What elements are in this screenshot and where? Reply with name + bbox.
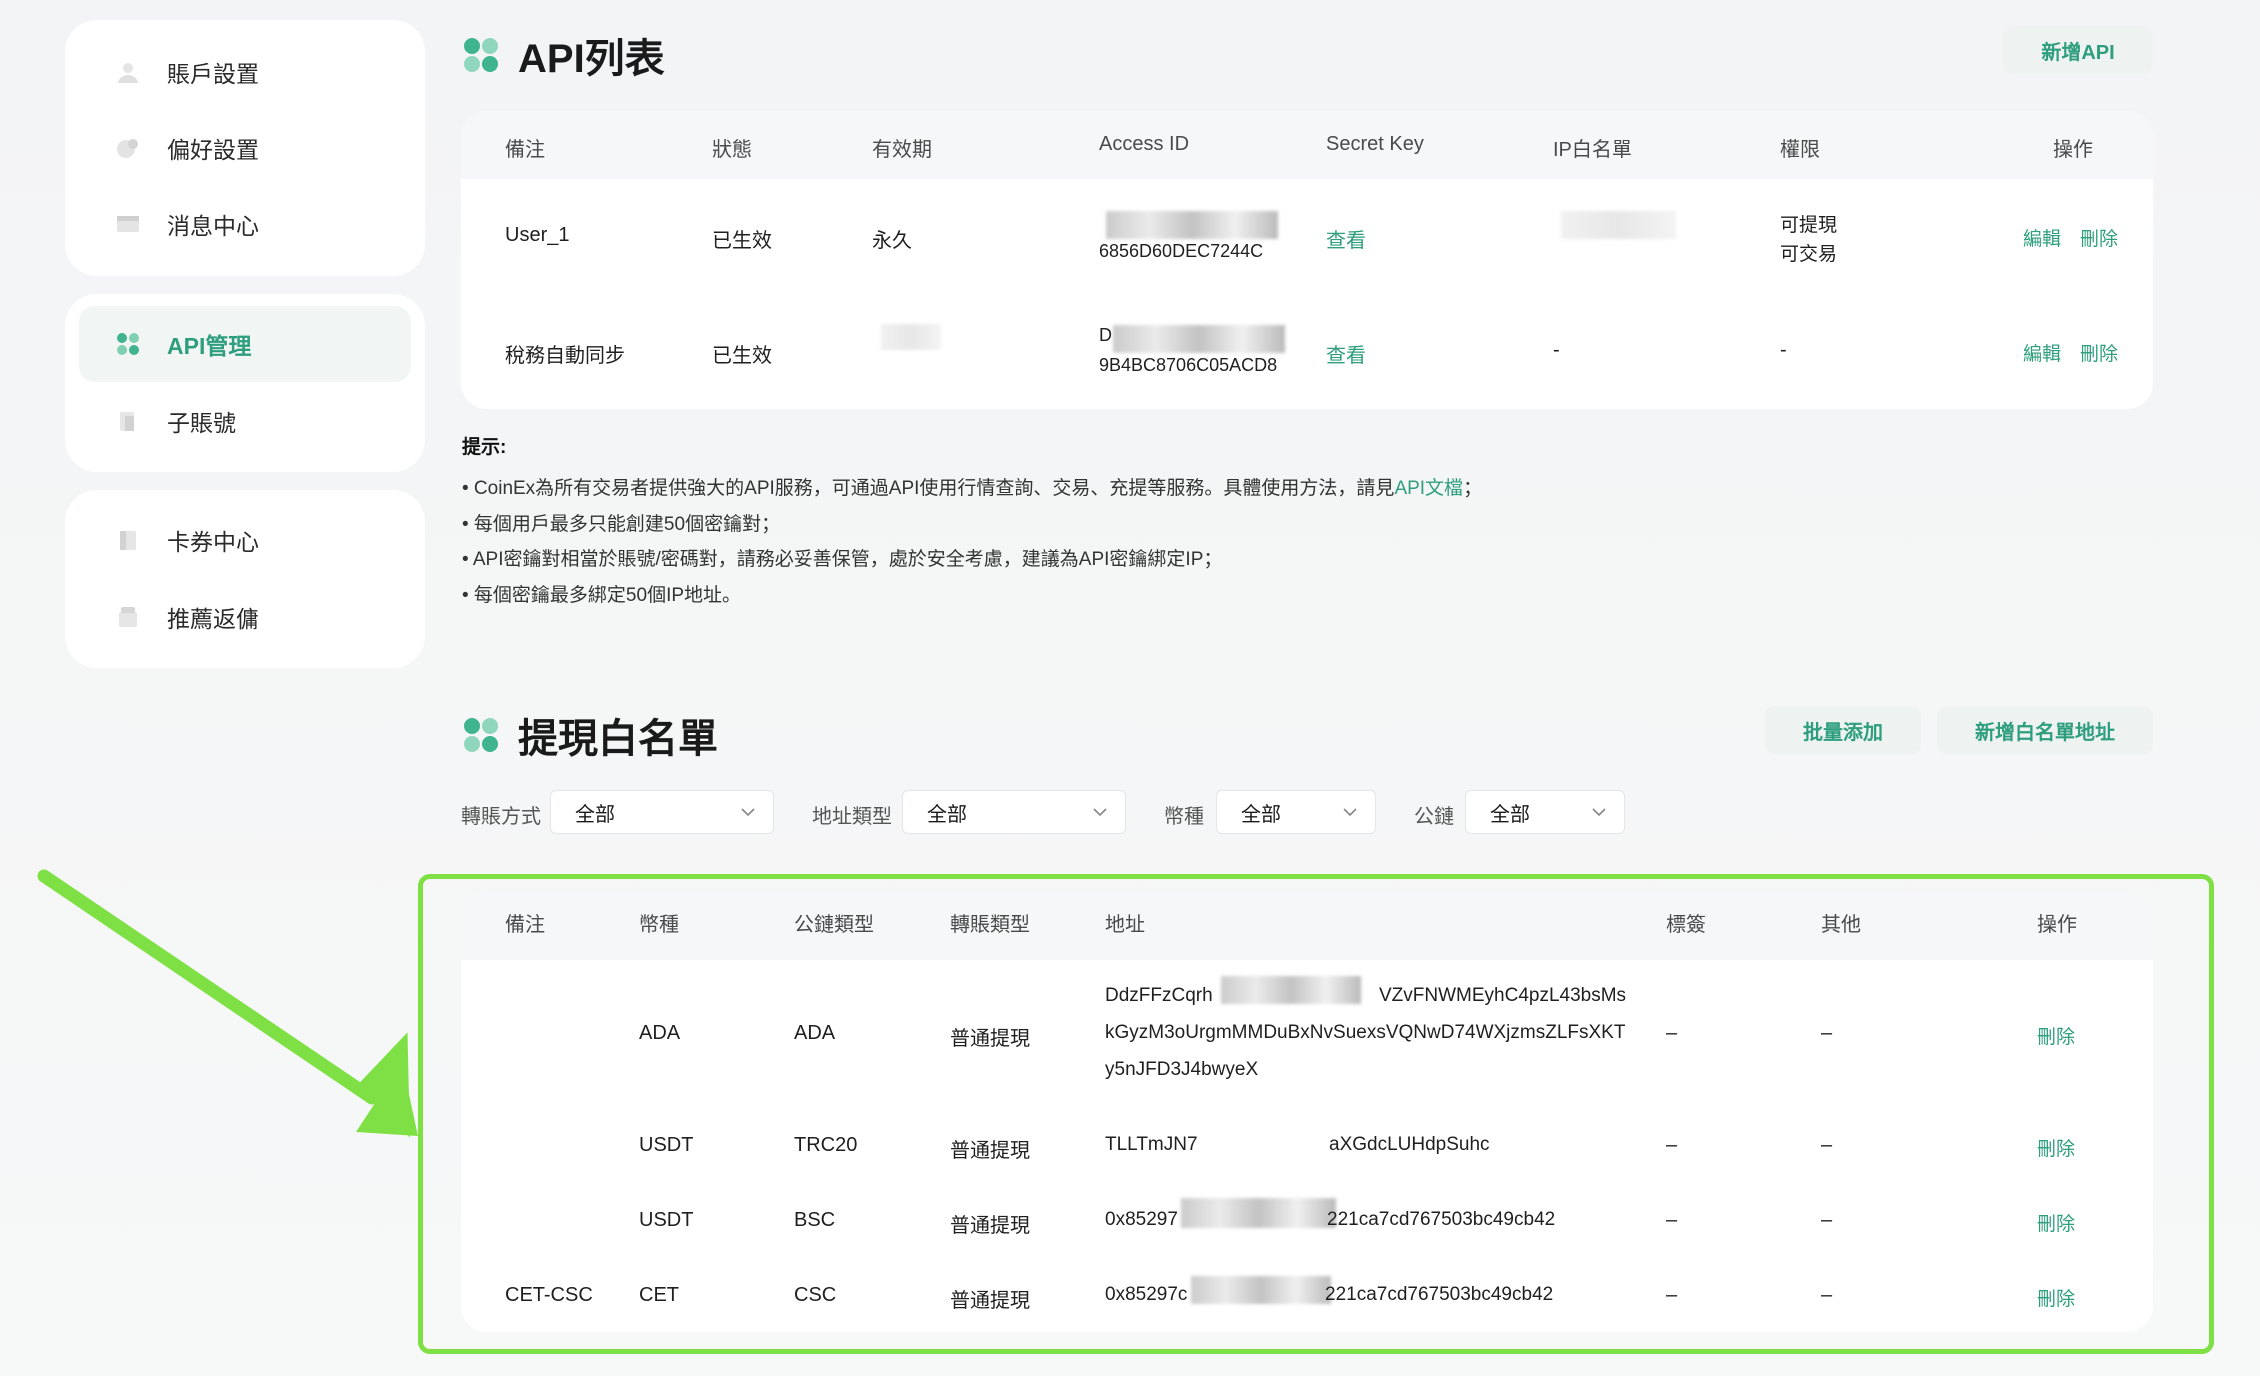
chevron-down-icon xyxy=(1093,808,1107,817)
row-status: 已生效 xyxy=(712,230,772,252)
add-whitelist-address-button[interactable]: 新增白名單地址 xyxy=(1937,706,2153,754)
highlight-arrow-icon xyxy=(37,869,418,1138)
redacted-access-id xyxy=(1106,211,1278,239)
redacted-access-id xyxy=(1113,325,1285,353)
page-title: API列表 xyxy=(518,37,665,81)
row-ip: - xyxy=(1553,339,1560,361)
select-value: 全部 xyxy=(927,803,967,826)
row-permission-trade: 可交易 xyxy=(1780,244,1838,265)
header-note: 備注 xyxy=(505,139,545,161)
section-title: 提現白名單 xyxy=(518,717,718,761)
tips-title: 提示: xyxy=(462,437,507,458)
chain-select[interactable]: 全部 xyxy=(1465,790,1625,834)
tips-line-1-suffix: ； xyxy=(1463,478,1483,499)
delete-link[interactable]: 刪除 xyxy=(2080,224,2118,251)
header-validity: 有效期 xyxy=(872,139,932,161)
transfer-method-select[interactable]: 全部 xyxy=(550,790,774,834)
row-permission: - xyxy=(1780,339,1787,361)
filter-label-address-type: 地址類型 xyxy=(812,806,892,828)
row-note: User_1 xyxy=(505,224,570,246)
edit-link[interactable]: 編輯 xyxy=(2023,224,2061,251)
view-secret-link[interactable]: 查看 xyxy=(1326,224,1366,253)
header-ip-whitelist: IP白名單 xyxy=(1553,139,1632,161)
coinex-logo-icon xyxy=(464,38,498,72)
redacted-ip xyxy=(1561,211,1676,239)
coin-select[interactable]: 全部 xyxy=(1216,790,1376,834)
header-permission: 權限 xyxy=(1780,139,1820,161)
row-note: 稅務自動同步 xyxy=(505,345,625,367)
chevron-down-icon xyxy=(741,808,755,817)
tips-line-1-text: • CoinEx為所有交易者提供強大的API服務，可通過API使用行情查詢、交易… xyxy=(462,478,1395,499)
filter-label-coin: 幣種 xyxy=(1164,806,1204,828)
header-actions: 操作 xyxy=(2053,139,2093,161)
whitelist-title: 提現白名單 xyxy=(462,706,718,764)
row-access-id: 6856D60DEC7244C xyxy=(1099,241,1264,261)
add-api-button[interactable]: 新增API xyxy=(2003,26,2153,74)
highlight-frame xyxy=(418,874,2214,1354)
tips-line-2: • 每個用戶最多只能創建50個密鑰對； xyxy=(462,513,781,535)
select-value: 全部 xyxy=(575,803,615,826)
api-docs-link[interactable]: API文檔 xyxy=(1394,478,1463,499)
header-status: 狀態 xyxy=(712,139,752,161)
select-value: 全部 xyxy=(1490,803,1530,826)
delete-link[interactable]: 刪除 xyxy=(2080,339,2118,366)
tips-line-4: • 每個密鑰最多綁定50個IP地址。 xyxy=(462,584,742,606)
chevron-down-icon xyxy=(1343,808,1357,817)
filter-label-chain: 公鏈 xyxy=(1414,806,1454,828)
address-type-select[interactable]: 全部 xyxy=(902,790,1126,834)
redacted-validity xyxy=(881,324,941,350)
api-list-title: API列表 xyxy=(462,26,665,84)
header-secret-key: Secret Key xyxy=(1326,133,1424,155)
api-table-header: 備注 狀態 有效期 Access ID Secret Key IP白名單 權限 … xyxy=(461,111,2153,179)
api-table: 備注 狀態 有效期 Access ID Secret Key IP白名單 權限 … xyxy=(461,111,2153,409)
edit-link[interactable]: 編輯 xyxy=(2023,339,2061,366)
row-permission-withdraw: 可提現 xyxy=(1780,215,1838,236)
filter-label-transfer: 轉賬方式 xyxy=(461,806,541,828)
tips-line-3: • API密鑰對相當於賬號/密碼對，請務必妥善保管，處於安全考慮，建議為API密… xyxy=(462,549,1223,570)
row-status: 已生效 xyxy=(712,345,772,367)
row-validity: 永久 xyxy=(872,230,912,252)
batch-add-button[interactable]: 批量添加 xyxy=(1765,706,1921,754)
coinex-logo-icon xyxy=(464,718,498,752)
select-value: 全部 xyxy=(1241,803,1281,826)
chevron-down-icon xyxy=(1592,808,1606,817)
row-access-id: 9B4BC8706C05ACD8 xyxy=(1099,355,1278,375)
header-access-id: Access ID xyxy=(1099,133,1190,155)
view-secret-link[interactable]: 查看 xyxy=(1326,339,1366,368)
row-access-id-top: D xyxy=(1099,325,1112,345)
tips-line-1: • CoinEx為所有交易者提供強大的API服務，可通過API使用行情查詢、交易… xyxy=(462,471,1482,507)
tips-panel: 提示: • CoinEx為所有交易者提供強大的API服務，可通過API使用行情查… xyxy=(462,432,1482,613)
